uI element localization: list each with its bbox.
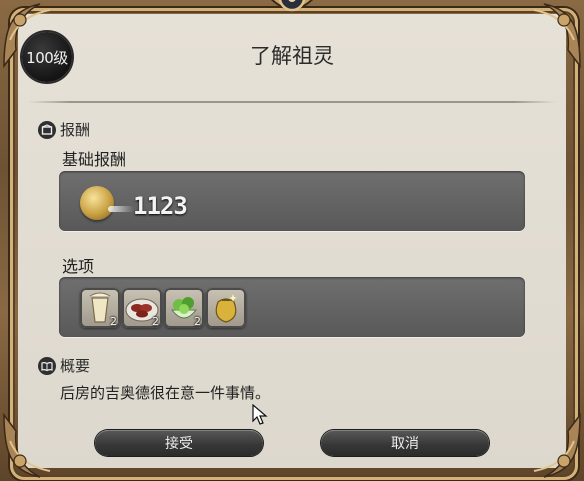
- quest-title: 了解祖灵: [250, 44, 334, 68]
- item-quantity: 2: [110, 315, 117, 328]
- gil-amount: 1123: [133, 192, 188, 220]
- accept-button[interactable]: 接受: [95, 430, 263, 456]
- item-slot-drink[interactable]: 2: [80, 288, 120, 328]
- item-slot-herb-pouch[interactable]: [206, 288, 246, 328]
- base-reward-label: 基础报酬: [62, 150, 127, 169]
- quest-description: 后房的吉奥德很在意一件事情。: [60, 384, 271, 402]
- options-label: 选项: [62, 257, 95, 276]
- reward-section-header: 报酬: [38, 119, 90, 140]
- crest-icon: [271, 0, 313, 12]
- header-divider: [28, 101, 556, 103]
- item-quantity: 2: [152, 315, 159, 328]
- summary-section-header: 概要: [38, 355, 90, 376]
- base-reward-bar: [59, 171, 525, 231]
- gil-coin-icon: [80, 186, 114, 220]
- quest-dialog: 100级 了解祖灵 报酬 基础报酬 1123 选项 2 2 2 概要 后房的吉奥…: [0, 0, 584, 481]
- reward-section-label: 报酬: [60, 121, 91, 139]
- reward-box-icon: [38, 120, 56, 139]
- mouse-cursor-icon: [252, 404, 268, 425]
- cancel-button[interactable]: 取消: [321, 430, 489, 456]
- item-slot-salad[interactable]: 2: [164, 288, 204, 328]
- book-icon: [38, 356, 56, 375]
- coin-trail: [108, 206, 134, 212]
- item-quantity: 2: [194, 315, 201, 328]
- herb-pouch-icon: [215, 294, 237, 323]
- item-slot-steak[interactable]: 2: [122, 288, 162, 328]
- summary-section-label: 概要: [60, 357, 91, 375]
